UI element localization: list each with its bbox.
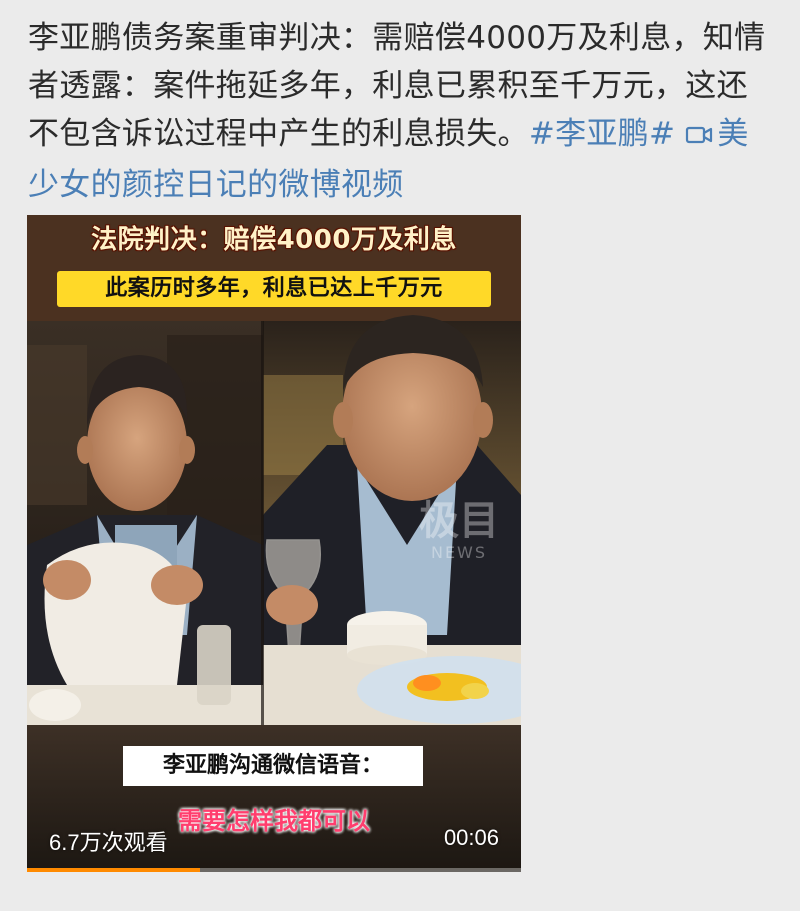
caption-interest: 此案历时多年，利息已达上千万元 — [57, 271, 491, 307]
progress-fill — [27, 868, 200, 872]
view-count: 6.7万次观看 — [49, 830, 168, 855]
video-duration: 00:06 — [443, 825, 499, 850]
watermark-sub: NEWS — [430, 543, 488, 562]
news-watermark-logo: 极目 NEWS — [419, 497, 499, 563]
hashtag-link[interactable]: #李亚鹏# — [529, 116, 675, 152]
progress-bar[interactable] — [27, 868, 521, 872]
caption-verdict: 法院判决：赔偿4000万及利息 — [91, 225, 457, 255]
video-player[interactable]: 法院判决：赔偿4000万及利息 此案历时多年，利息已达上千万元 极目 NEWS … — [27, 215, 521, 872]
post-text: 李亚鹏债务案重审判决：需赔偿4000万及利息，知情者透露：案件拖延多年，利息已累… — [28, 14, 778, 209]
watermark-main: 极目 — [419, 497, 499, 544]
caption-wechat-voice: 李亚鹏沟通微信语音： — [123, 746, 423, 786]
video-camera-icon — [685, 113, 713, 161]
